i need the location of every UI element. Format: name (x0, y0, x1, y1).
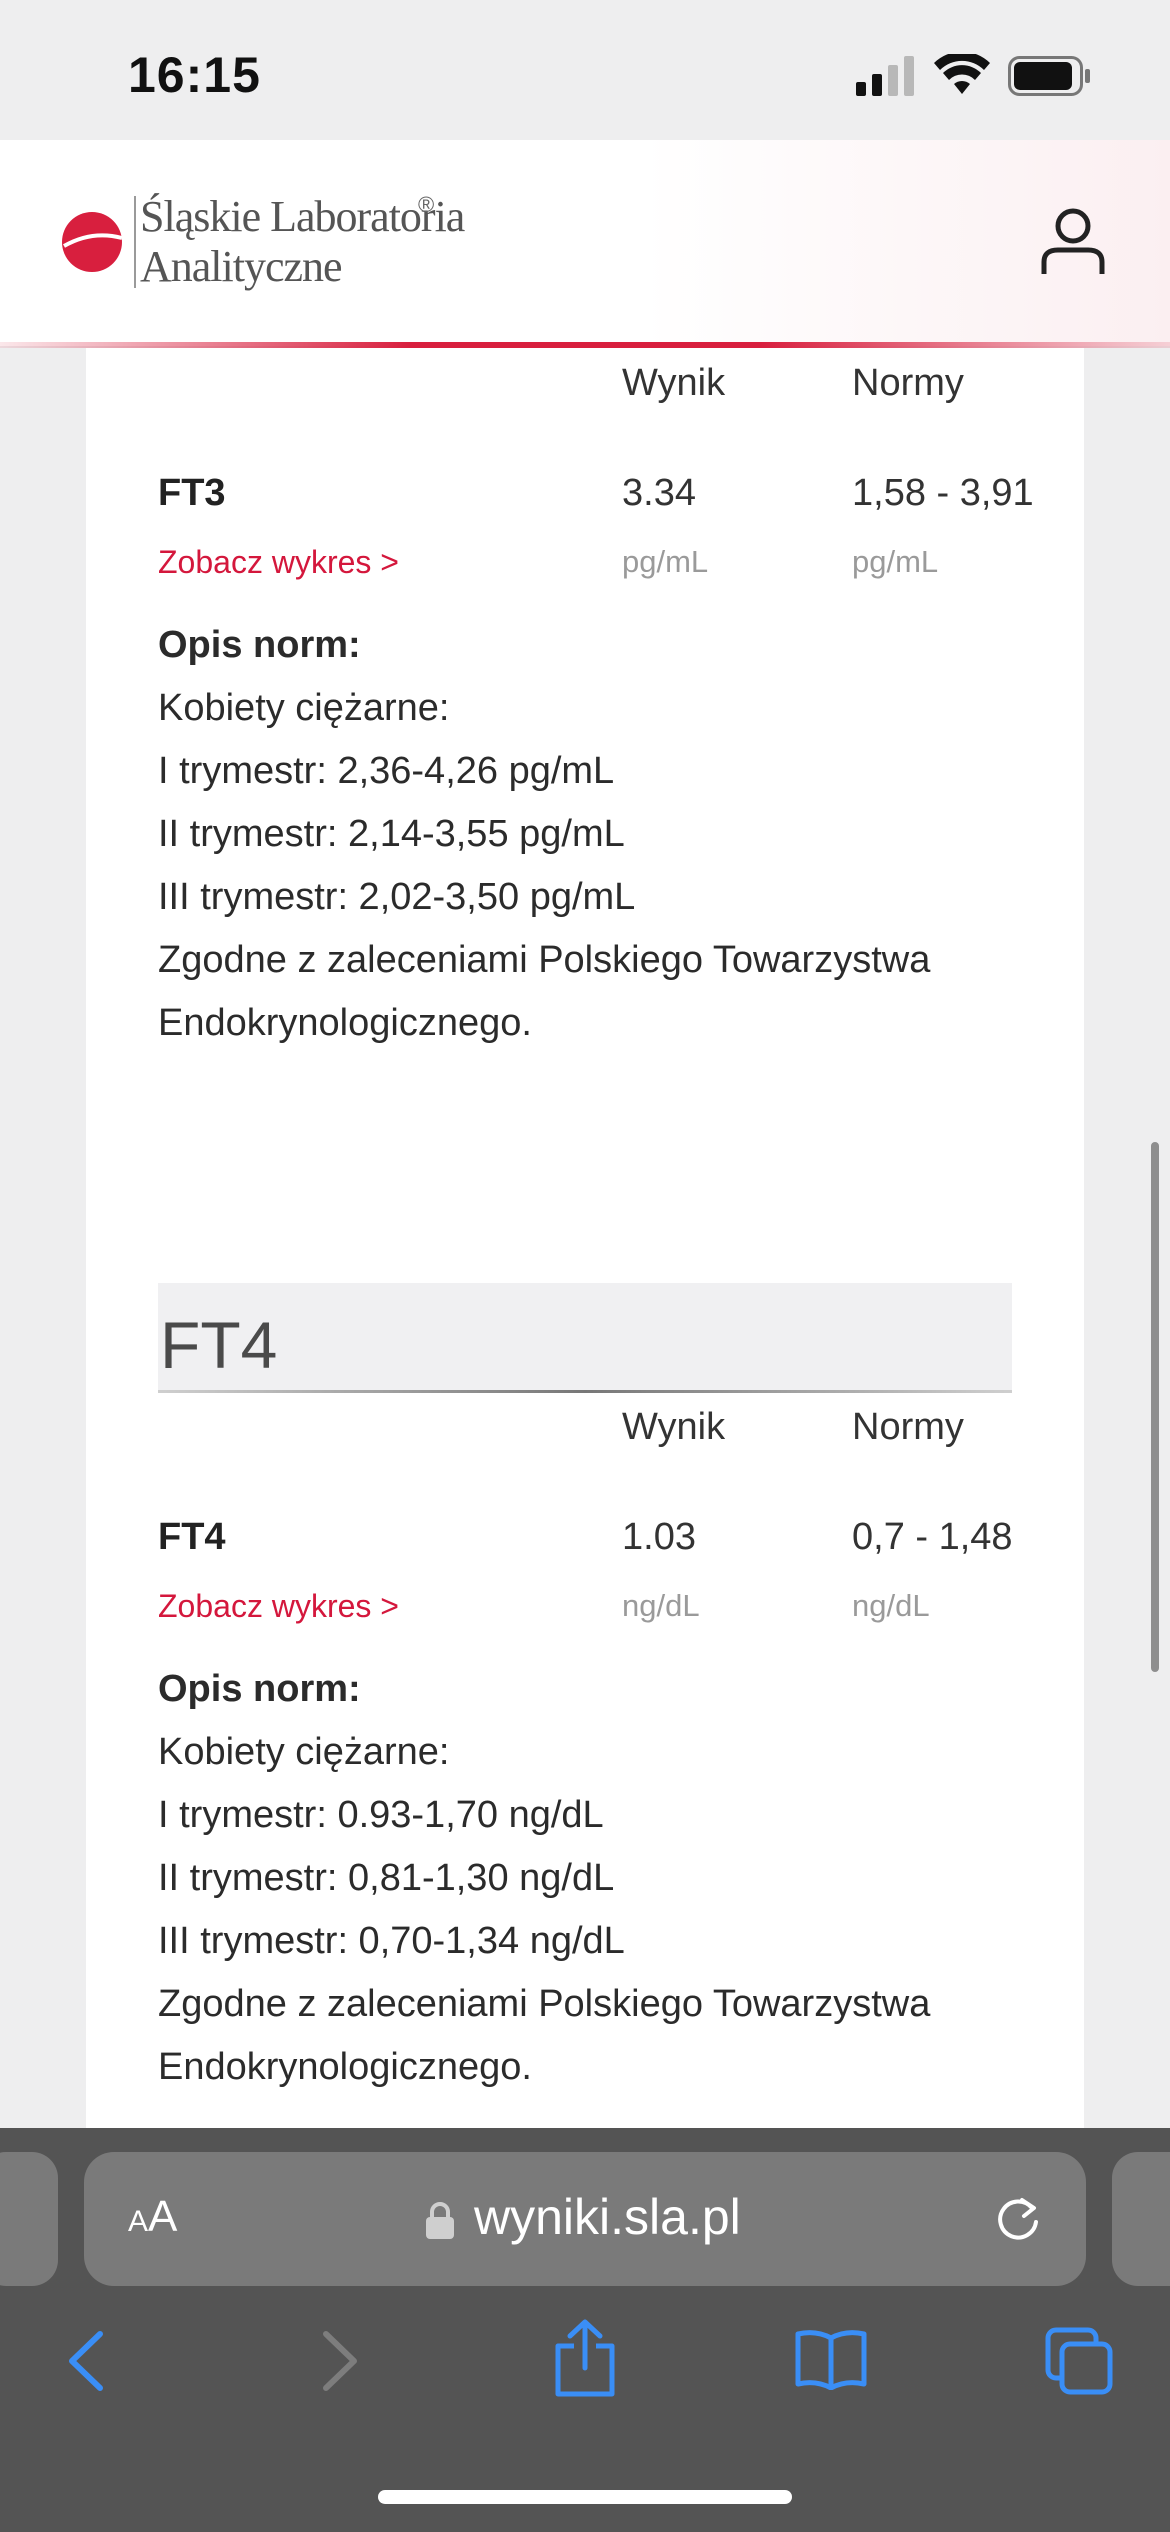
reader-text-size-button[interactable]: AA (128, 2192, 177, 2242)
norms-line: III trymestr: 2,02-3,50 pg/mL (158, 876, 636, 918)
test-value-ft4: 1.03 (622, 1516, 696, 1558)
norms-description-ft4: Opis norm: Kobiety ciężarne: I trymestr:… (158, 1658, 1018, 2099)
norms-line: I trymestr: 2,36-4,26 pg/mL (158, 750, 615, 792)
section-header-ft4: FT4 (158, 1283, 1012, 1393)
section-title-ft4: FT4 (160, 1308, 278, 1382)
next-tab-preview[interactable] (1112, 2152, 1170, 2286)
norms-title: Opis norm: (158, 624, 361, 666)
logo-line-1: Śląskie Laboratoria (140, 192, 465, 241)
range-unit-ft3: pg/mL (852, 544, 939, 579)
logo-line-2: Analityczne (140, 242, 343, 291)
norms-line: Kobiety ciężarne: (158, 1731, 450, 1773)
section-underline (158, 1390, 1012, 1393)
back-icon[interactable] (52, 2326, 122, 2396)
column-header-result: Wynik (622, 362, 726, 404)
status-bar: 16:15 (0, 0, 1170, 140)
norms-description-ft3: Opis norm: Kobiety ciężarne: I trymestr:… (158, 614, 1018, 1055)
column-header-norms: Normy (852, 362, 964, 404)
status-time: 16:15 (128, 47, 261, 103)
lock-icon (426, 2202, 454, 2239)
aa-large: A (148, 2192, 178, 2241)
norms-line: I trymestr: 0.93-1,70 ng/dL (158, 1794, 604, 1836)
norms-line: Zgodne z zaleceniami Polskiego Towarzyst… (158, 939, 931, 981)
home-indicator[interactable] (378, 2490, 792, 2504)
norms-line: II trymestr: 0,81-1,30 ng/dL (158, 1857, 615, 1899)
battery-icon (1008, 56, 1090, 96)
view-chart-link-ft4[interactable]: Zobacz wykres > (158, 1588, 399, 1625)
norms-line: Kobiety ciężarne: (158, 687, 450, 729)
aa-small: A (128, 2205, 149, 2238)
share-icon[interactable] (550, 2318, 620, 2398)
forward-icon[interactable] (304, 2326, 374, 2396)
reload-icon[interactable] (992, 2194, 1044, 2246)
page-scrollbar[interactable] (1151, 1142, 1159, 1672)
tabs-icon[interactable] (1044, 2326, 1114, 2396)
norms-line: III trymestr: 0,70-1,34 ng/dL (158, 1920, 625, 1962)
norms-title: Opis norm: (158, 1668, 361, 1710)
wifi-icon (934, 54, 990, 94)
logo-text[interactable]: Śląskie Laboratoria Analityczne (140, 192, 465, 292)
cellular-signal-icon (856, 56, 914, 96)
test-name-ft4: FT4 (158, 1516, 226, 1558)
previous-tab-preview[interactable] (0, 2152, 58, 2286)
url-text[interactable]: wyniki.sla.pl (474, 2188, 741, 2246)
test-name-ft3: FT3 (158, 472, 226, 514)
test-value-ft3: 3.34 (622, 472, 696, 514)
user-account-icon[interactable] (1040, 206, 1106, 276)
norms-line: II trymestr: 2,14-3,55 pg/mL (158, 813, 625, 855)
norms-line: Endokrynologicznego. (158, 2046, 532, 2088)
logo-divider (134, 196, 136, 288)
range-unit-ft4: ng/dL (852, 1588, 930, 1623)
logo-icon[interactable] (60, 210, 124, 274)
bookmarks-icon[interactable] (794, 2328, 868, 2390)
test-range-ft3: 1,58 - 3,91 (852, 472, 1034, 514)
column-header-result: Wynik (622, 1406, 726, 1448)
value-unit-ft3: pg/mL (622, 544, 709, 579)
norms-line: Zgodne z zaleceniami Polskiego Towarzyst… (158, 1983, 931, 2025)
test-range-ft4: 0,7 - 1,48 (852, 1516, 1013, 1558)
column-header-norms: Normy (852, 1406, 964, 1448)
registered-mark: ® (418, 192, 435, 217)
view-chart-link-ft3[interactable]: Zobacz wykres > (158, 544, 399, 581)
value-unit-ft4: ng/dL (622, 1588, 700, 1623)
norms-line: Endokrynologicznego. (158, 1002, 532, 1044)
